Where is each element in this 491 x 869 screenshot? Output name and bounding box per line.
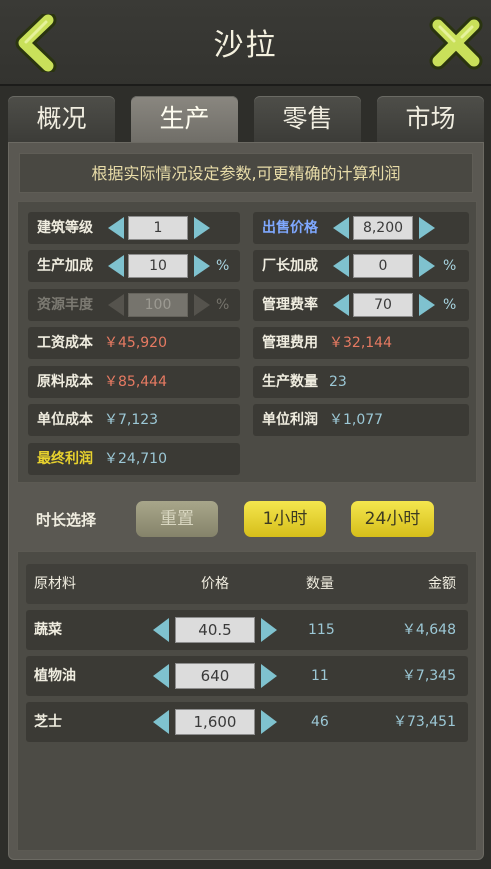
building-level-label: 建筑等级 — [37, 220, 93, 236]
production-bonus-unit: % — [216, 258, 230, 274]
tab-overview[interactable]: 概况 — [8, 96, 115, 142]
price-input[interactable]: 40.5 — [175, 617, 255, 643]
final-profit-label: 最终利润 — [37, 451, 93, 467]
manager-bonus-row: 厂长加成 0 % — [253, 250, 469, 282]
unit-cost-row: 单位成本 ￥7,123 — [28, 404, 240, 436]
wage-cost-value: ￥45,920 — [104, 335, 167, 351]
production-bonus-decrease[interactable] — [108, 255, 124, 277]
resource-richness-input: 100 — [128, 293, 188, 317]
page-title: 沙拉 — [213, 28, 278, 63]
production-bonus-input[interactable]: 10 — [128, 254, 188, 278]
unit-profit-row: 单位利润 ￥1,077 — [253, 404, 469, 436]
tab-market[interactable]: 市场 — [377, 96, 484, 142]
resource-richness-label: 资源丰度 — [37, 297, 93, 313]
resource-richness-unit: % — [216, 297, 230, 313]
final-profit-value: ￥24,710 — [104, 451, 167, 467]
reset-button[interactable]: 重置 — [136, 501, 218, 537]
material-name: 芝士 — [34, 714, 62, 730]
production-qty-row: 生产数量 23 — [253, 366, 469, 398]
table-row: 芝士 1,600 46 ￥73,451 — [26, 702, 468, 742]
sale-price-input[interactable]: 8,200 — [353, 216, 413, 240]
price-increase[interactable] — [261, 710, 277, 734]
production-panel: 根据实际情况设定参数,可更精确的计算利润 建筑等级 1 出售价格 8,200 生… — [8, 142, 484, 860]
price-decrease[interactable] — [153, 710, 169, 734]
duration-label: 时长选择 — [36, 511, 97, 529]
parameters-section: 建筑等级 1 出售价格 8,200 生产加成 10 % 厂长加成 0 % 资源丰… — [17, 201, 477, 483]
material-amount: ￥4,648 — [401, 622, 456, 638]
building-level-input[interactable]: 1 — [128, 216, 188, 240]
sale-price-increase[interactable] — [419, 217, 435, 239]
price-input[interactable]: 1,600 — [175, 709, 255, 735]
tab-production[interactable]: 生产 — [131, 96, 238, 144]
material-cost-row: 原料成本 ￥85,444 — [28, 366, 240, 398]
unit-profit-label: 单位利润 — [262, 412, 318, 428]
manager-bonus-label: 厂长加成 — [262, 258, 318, 274]
header-material: 原材料 — [34, 576, 76, 592]
material-qty: 115 — [308, 622, 335, 638]
wage-cost-label: 工资成本 — [37, 335, 93, 351]
sale-price-decrease[interactable] — [333, 217, 349, 239]
management-fee-rate-decrease[interactable] — [333, 294, 349, 316]
table-row: 蔬菜 40.5 115 ￥4,648 — [26, 610, 468, 650]
production-qty-value: 23 — [329, 374, 347, 390]
management-fee-rate-label: 管理费率 — [262, 297, 318, 313]
material-amount: ￥73,451 — [393, 714, 456, 730]
header-amount: 金额 — [428, 576, 456, 592]
material-name: 植物油 — [34, 668, 76, 684]
unit-profit-value: ￥1,077 — [329, 412, 384, 428]
header-price: 价格 — [201, 576, 229, 592]
resource-richness-increase — [194, 294, 210, 316]
one-hour-button[interactable]: 1小时 — [244, 501, 326, 537]
tab-bar: 概况 生产 零售 市场 — [8, 96, 484, 144]
table-row: 植物油 640 11 ￥7,345 — [26, 656, 468, 696]
unit-cost-label: 单位成本 — [37, 412, 93, 428]
management-fee-row: 管理费用 ￥32,144 — [253, 327, 469, 359]
price-input[interactable]: 640 — [175, 663, 255, 689]
header-qty: 数量 — [306, 576, 334, 592]
management-fee-label: 管理费用 — [262, 335, 318, 351]
price-increase[interactable] — [261, 618, 277, 642]
building-level-increase[interactable] — [194, 217, 210, 239]
manager-bonus-decrease[interactable] — [333, 255, 349, 277]
notice-banner: 根据实际情况设定参数,可更精确的计算利润 — [19, 153, 473, 193]
twenty-four-hour-button[interactable]: 24小时 — [351, 501, 434, 537]
unit-cost-value: ￥7,123 — [104, 412, 159, 428]
material-qty: 46 — [311, 714, 329, 730]
manager-bonus-increase[interactable] — [419, 255, 435, 277]
sale-price-label: 出售价格 — [262, 220, 318, 236]
material-cost-label: 原料成本 — [37, 374, 93, 390]
close-button[interactable] — [428, 16, 484, 70]
price-increase[interactable] — [261, 664, 277, 688]
materials-table: 原材料 价格 数量 金额 蔬菜 40.5 115 ￥4,648 植物油 640 … — [17, 551, 477, 851]
material-amount: ￥7,345 — [401, 668, 456, 684]
management-fee-rate-row: 管理费率 70 % — [253, 289, 469, 321]
management-fee-value: ￥32,144 — [329, 335, 392, 351]
building-level-decrease[interactable] — [108, 217, 124, 239]
sale-price-row: 出售价格 8,200 — [253, 212, 469, 244]
manager-bonus-input[interactable]: 0 — [353, 254, 413, 278]
material-qty: 11 — [311, 668, 329, 684]
management-fee-rate-unit: % — [443, 297, 457, 313]
resource-richness-row: 资源丰度 100 % — [28, 289, 240, 321]
production-bonus-label: 生产加成 — [37, 258, 93, 274]
final-profit-row: 最终利润 ￥24,710 — [28, 443, 240, 475]
building-level-row: 建筑等级 1 — [28, 212, 240, 244]
material-name: 蔬菜 — [34, 622, 62, 638]
price-decrease[interactable] — [153, 618, 169, 642]
production-bonus-row: 生产加成 10 % — [28, 250, 240, 282]
close-icon — [429, 16, 483, 70]
resource-richness-decrease — [108, 294, 124, 316]
tab-retail[interactable]: 零售 — [254, 96, 361, 142]
management-fee-rate-increase[interactable] — [419, 294, 435, 316]
wage-cost-row: 工资成本 ￥45,920 — [28, 327, 240, 359]
manager-bonus-unit: % — [443, 258, 457, 274]
price-decrease[interactable] — [153, 664, 169, 688]
material-cost-value: ￥85,444 — [104, 374, 167, 390]
production-bonus-increase[interactable] — [194, 255, 210, 277]
header-bar: 沙拉 — [0, 0, 491, 86]
materials-header-row: 原材料 价格 数量 金额 — [26, 564, 468, 604]
production-qty-label: 生产数量 — [262, 374, 318, 390]
management-fee-rate-input[interactable]: 70 — [353, 293, 413, 317]
